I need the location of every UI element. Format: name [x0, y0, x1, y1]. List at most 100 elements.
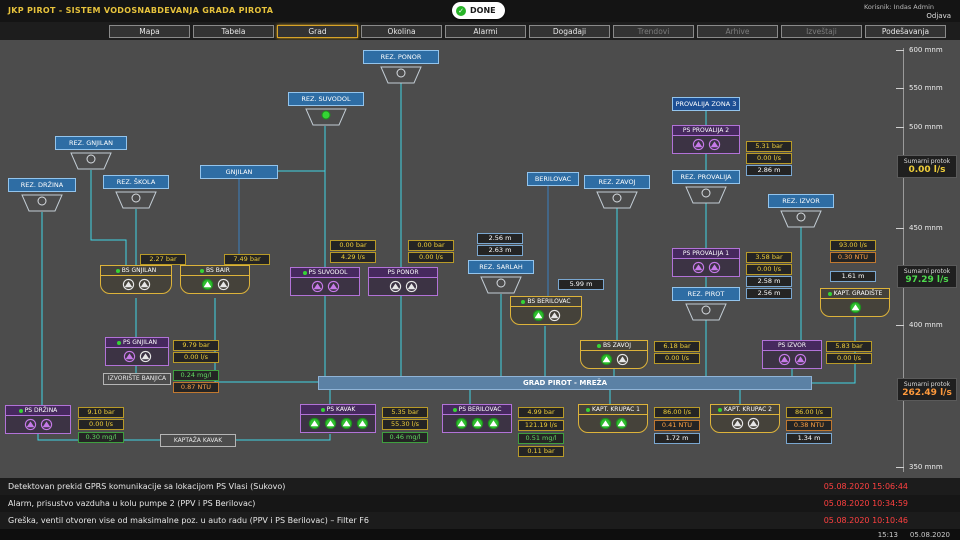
pump-icon: [487, 417, 500, 430]
reservoir-label[interactable]: REZ. ZAVOJ: [584, 175, 650, 189]
node-ps-provalija-2[interactable]: PS PROVALIJA 2: [672, 125, 740, 154]
node-rez-pirot[interactable]: REZ. PIROT: [672, 287, 740, 322]
node-rez-suvodol[interactable]: REZ. SUVODOL: [288, 92, 364, 127]
scale-tick-label: 400 mnm: [909, 321, 943, 329]
node-title-text: PS BERILOVAC: [459, 406, 502, 413]
zone-label-provalija-zona-3[interactable]: PROVALIJA ZONA 3: [672, 97, 740, 111]
value-badge: 6.18 bar: [654, 341, 700, 352]
node-ps-berilovac[interactable]: PS BERILOVAC: [442, 404, 512, 433]
scale-tick: [896, 127, 904, 128]
value-badge: 0.00 bar: [330, 240, 376, 251]
logout-link[interactable]: Odjava: [926, 12, 951, 20]
node-rez-sarlah[interactable]: REZ. SARLAH: [468, 260, 534, 295]
app-title: JKP PIROT - SISTEM VODOSNABDEVANJA GRADA…: [8, 6, 273, 15]
tab-podesavanja[interactable]: Podešavanja: [865, 25, 946, 38]
node-title-text: KAPT. KRUPAC 2: [724, 406, 772, 413]
pump-icon: [599, 417, 612, 430]
reservoir-label[interactable]: REZ. ŠKOLA: [103, 175, 169, 189]
reservoir-label[interactable]: REZ. PIROT: [672, 287, 740, 301]
zone-label-gnjilan[interactable]: GNJILAN: [200, 165, 278, 179]
pump-icon: [708, 261, 721, 274]
tab-tabela[interactable]: Tabela: [193, 25, 274, 38]
pump-icon: [471, 417, 484, 430]
total-flow-value: 97.29 l/s: [898, 275, 956, 285]
reservoir-label[interactable]: REZ. IZVOR: [768, 194, 834, 208]
value-badge: 0.87 NTU: [173, 382, 219, 393]
pump-row: [821, 299, 889, 316]
total-flow-zone-1: Sumarni protok 0.00 l/s: [897, 155, 957, 178]
node-ps-ponor[interactable]: PS PONOR: [368, 267, 438, 296]
alarm-row[interactable]: Detektovan prekid GPRS komunikacije sa l…: [0, 478, 960, 495]
node-title-text: PS GNJILAN: [123, 339, 157, 346]
pump-icon: [123, 350, 136, 363]
reservoir-label[interactable]: REZ. PROVALIJA: [672, 170, 740, 184]
check-icon: [456, 6, 466, 16]
node-ps-gnjilan[interactable]: PS GNJILAN: [105, 337, 169, 366]
ps-title: PS KAVAK: [301, 405, 375, 415]
total-flow-label: Sumarni protok: [898, 268, 956, 275]
node-kapt-krupac-1[interactable]: KAPT. KRUPAC 1: [578, 404, 648, 433]
elevation-scale-line: [903, 48, 904, 472]
node-rez-izvor[interactable]: REZ. IZVOR: [768, 194, 834, 229]
node-rez-ponor[interactable]: REZ. PONOR: [363, 50, 439, 85]
bs-title: KAPT. KRUPAC 1: [579, 405, 647, 415]
node-rez-zavoj[interactable]: REZ. ZAVOJ: [584, 175, 650, 210]
alarm-row[interactable]: Alarm, prisustvo vazduha u kolu pumpe 2 …: [0, 495, 960, 512]
tab-arhive[interactable]: Arhive: [697, 25, 778, 38]
node-grad-pirot-mreza[interactable]: GRAD PIROT - MREŽA: [318, 376, 812, 390]
tab-grad[interactable]: Grad: [277, 25, 358, 38]
pump-icon: [201, 278, 214, 291]
reservoir-label[interactable]: REZ. GNJILAN: [55, 136, 127, 150]
node-rez-provalija[interactable]: REZ. PROVALIJA: [672, 170, 740, 205]
node-bs-zavoj[interactable]: BS ZAVOJ: [580, 340, 648, 369]
tab-alarmi[interactable]: Alarmi: [445, 25, 526, 38]
node-ps-provalija-1[interactable]: PS PROVALIJA 1: [672, 248, 740, 277]
node-rez-gnjilan[interactable]: REZ. GNJILAN: [55, 136, 127, 171]
total-flow-label: Sumarni protok: [898, 158, 956, 165]
value-badge: 93.00 l/s: [830, 240, 876, 251]
done-button[interactable]: DONE: [452, 2, 505, 19]
value-badge: 5.83 bar: [826, 341, 872, 352]
node-kaptaza-kavak[interactable]: KAPTAŽA KAVAK: [160, 434, 236, 447]
node-kapt-krupac-2[interactable]: KAPT. KRUPAC 2: [710, 404, 780, 433]
node-izvoriste-banjica[interactable]: IZVORIŠTE BANJICA: [103, 373, 171, 385]
value-badge: 2.58 m: [746, 276, 792, 287]
node-ps-kavak[interactable]: PS KAVAK: [300, 404, 376, 433]
reservoir-label[interactable]: REZ. PONOR: [363, 50, 439, 64]
node-rez-skola[interactable]: REZ. ŠKOLA: [103, 175, 169, 210]
bs-title: BS GNJILAN: [101, 266, 171, 276]
value-badge: 4.29 l/s: [330, 252, 376, 263]
zone-label-berilovac[interactable]: BERILOVAC: [527, 172, 579, 186]
value-badge: 2.63 m: [477, 245, 523, 256]
scale-tick: [896, 325, 904, 326]
pump-row: [291, 278, 359, 295]
node-bs-berilovac[interactable]: BS BERILOVAC: [510, 296, 582, 325]
tab-mapa[interactable]: Mapa: [109, 25, 190, 38]
node-rez-drzina[interactable]: REZ. DRŽINA: [8, 178, 76, 213]
tab-okolina[interactable]: Okolina: [361, 25, 442, 38]
tab-trendovi[interactable]: Trendovi: [613, 25, 694, 38]
node-ps-drzina[interactable]: PS DRŽINA: [5, 405, 71, 434]
pump-icon: [548, 309, 561, 322]
reservoir-label[interactable]: REZ. SARLAH: [468, 260, 534, 274]
value-badge: 7.49 bar: [224, 254, 270, 265]
tab-dogadjaji[interactable]: Događaji: [529, 25, 610, 38]
node-bs-bair[interactable]: BS BAIR: [180, 265, 250, 294]
status-dot: [200, 269, 204, 273]
reservoir-label[interactable]: REZ. SUVODOL: [288, 92, 364, 106]
alarm-row[interactable]: Greška, ventil otvoren vise od maksimaln…: [0, 512, 960, 529]
status-dot: [828, 292, 832, 296]
node-title-text: BS BAIR: [206, 267, 230, 274]
reservoir-label[interactable]: REZ. DRŽINA: [8, 178, 76, 192]
ps-title: PS GNJILAN: [106, 338, 168, 348]
value-badge: 0.00 bar: [408, 240, 454, 251]
scale-tick: [896, 228, 904, 229]
node-kapt-gradiste[interactable]: KAPT. GRADIŠTE: [820, 288, 890, 317]
status-dot: [303, 271, 307, 275]
tab-izvestaji[interactable]: Izveštaji: [781, 25, 862, 38]
node-ps-izvor[interactable]: PS IZVOR: [762, 340, 822, 369]
node-bs-gnjilan[interactable]: BS GNJILAN: [100, 265, 172, 294]
pump-icon: [389, 280, 402, 293]
ps-title: PS PROVALIJA 1: [673, 249, 739, 259]
node-ps-suvodol[interactable]: PS SUVODOL: [290, 267, 360, 296]
